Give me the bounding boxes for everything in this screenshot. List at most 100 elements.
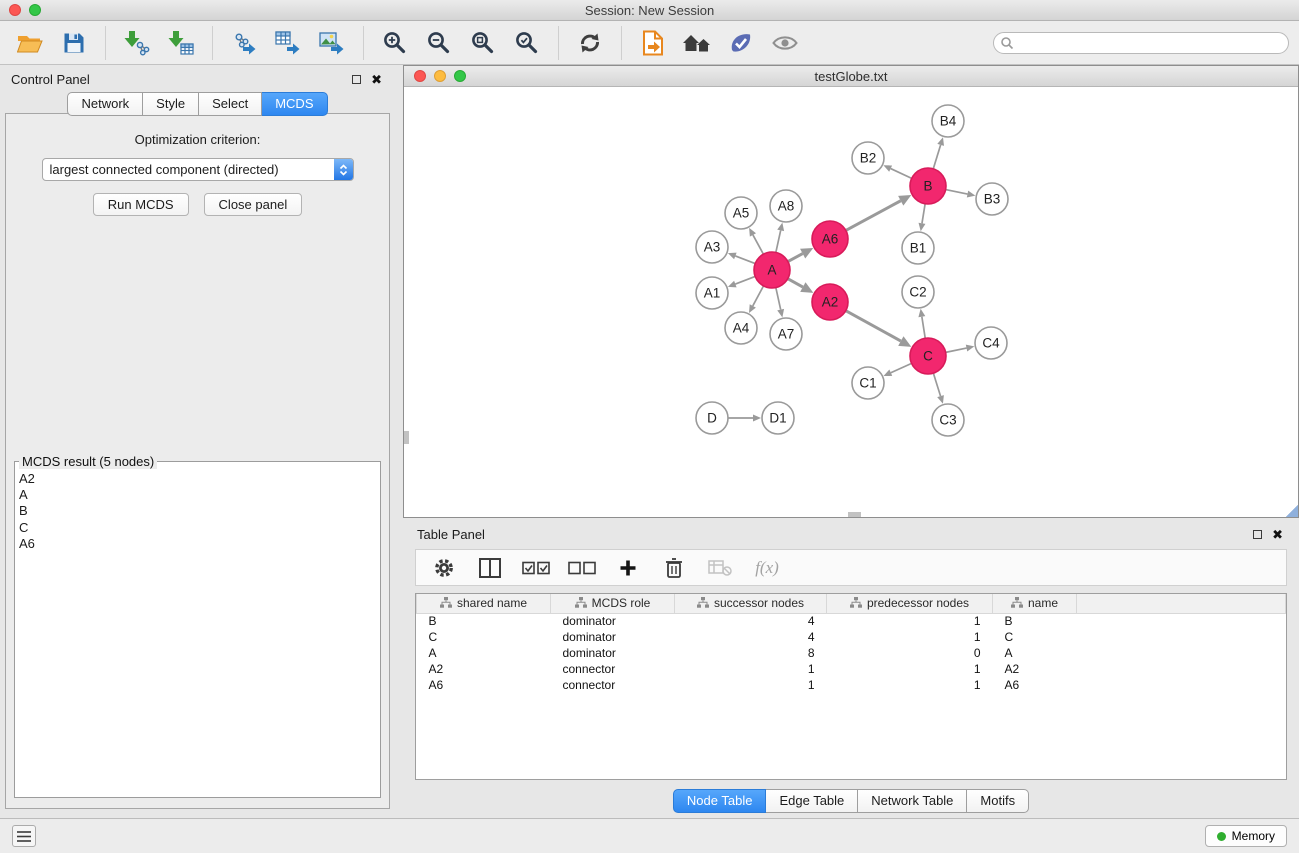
export-document-button[interactable] [633,24,673,62]
graph-edge-B-B4[interactable] [933,145,940,169]
graph-node-B3[interactable]: B3 [976,183,1008,215]
graph-edge-A-A3[interactable] [735,256,755,264]
zoom-fit-button[interactable] [463,24,503,62]
save-session-button[interactable] [54,24,94,62]
graph-edge-B-B1[interactable] [922,204,925,224]
graph-node-B[interactable]: B [910,168,946,204]
zoom-in-button[interactable] [375,24,415,62]
graph-node-D1[interactable]: D1 [762,402,794,434]
graph-edge-A-A8[interactable] [776,230,781,252]
table-row[interactable]: Cdominator41C [417,629,1286,645]
graph-node-A8[interactable]: A8 [770,190,802,222]
tab-mcds[interactable]: MCDS [262,92,327,116]
graph-edge-A6-B[interactable] [846,201,901,231]
refresh-button[interactable] [570,24,610,62]
function-builder-button[interactable]: f(x) [748,552,784,584]
show-hide-button[interactable] [765,24,805,62]
graph-node-C3[interactable]: C3 [932,404,964,436]
tab-edge-table[interactable]: Edge Table [766,789,858,813]
export-table-button[interactable] [268,24,308,62]
column-header-successor-nodes[interactable]: successor nodes [675,594,827,613]
open-file-button[interactable] [10,24,50,62]
plus-icon [619,559,637,577]
graph-node-A7[interactable]: A7 [770,318,802,350]
column-type-icon [850,597,862,608]
export-image-button[interactable] [312,24,352,62]
vertical-scroll-nub[interactable] [404,431,409,444]
graph-node-A5[interactable]: A5 [725,197,757,229]
control-panel-close-button[interactable]: ✖ [371,73,382,86]
memory-button[interactable]: Memory [1205,825,1287,847]
resize-grip-icon[interactable] [1286,505,1298,517]
graph-edge-A-A2[interactable] [788,279,803,287]
search-input[interactable] [993,32,1289,54]
graph-edge-A-A1[interactable] [735,276,755,284]
table-row[interactable]: Adominator80A [417,645,1286,661]
tab-motifs[interactable]: Motifs [967,789,1029,813]
graph-edge-C-C2[interactable] [922,317,925,339]
table-panel-float-button[interactable] [1253,530,1262,539]
graph-edge-C-C4[interactable] [946,348,967,352]
network-canvas[interactable]: B4 B2 B B3 A5 A8 A6 A3 B1 A A1 C2 A2 A4 A7 C4 C C1 D D1 C3 [404,87,1298,517]
zoom-selected-button[interactable] [507,24,547,62]
graph-node-C2[interactable]: C2 [902,276,934,308]
graph-edge-A-A6[interactable] [788,254,803,262]
graph-node-A6[interactable]: A6 [812,221,848,257]
graph-edge-C-C1[interactable] [891,363,912,372]
horizontal-scroll-nub[interactable] [848,512,861,517]
graph-node-C1[interactable]: C1 [852,367,884,399]
tab-node-table[interactable]: Node Table [673,789,767,813]
graph-edge-A-A7[interactable] [776,288,781,310]
graph-node-B4[interactable]: B4 [932,105,964,137]
network-window-title: testGlobe.txt [404,69,1298,84]
table-row[interactable]: A2connector11A2 [417,661,1286,677]
tab-network[interactable]: Network [67,92,143,116]
graph-node-A2[interactable]: A2 [812,284,848,320]
graphics-details-button[interactable] [721,24,761,62]
graph-node-B2[interactable]: B2 [852,142,884,174]
criterion-dropdown[interactable]: largest connected component (directed) [42,158,354,181]
delete-table-button[interactable] [702,552,738,584]
graph-node-A3[interactable]: A3 [696,231,728,263]
delete-row-button[interactable] [656,552,692,584]
tab-select[interactable]: Select [199,92,262,116]
table-row[interactable]: A6connector11A6 [417,677,1286,693]
graph-node-C4[interactable]: C4 [975,327,1007,359]
table-settings-button[interactable] [426,552,462,584]
column-header-mcds-role[interactable]: MCDS role [551,594,675,613]
run-mcds-button[interactable]: Run MCDS [93,193,189,216]
graph-edge-B-B3[interactable] [946,190,968,194]
panel-list-button[interactable] [12,825,36,847]
graph-node-B1[interactable]: B1 [902,232,934,264]
close-panel-button[interactable]: Close panel [204,193,303,216]
table-cell: B [417,613,551,629]
show-columns-button[interactable] [472,552,508,584]
export-network-button[interactable] [224,24,264,62]
graph-edge-A2-C[interactable] [846,311,901,341]
table-row[interactable]: Bdominator41B [417,613,1286,629]
column-header-shared-name[interactable]: shared name [417,594,551,613]
column-header-name[interactable]: name [993,594,1077,613]
import-table-button[interactable] [161,24,201,62]
graph-node-D[interactable]: D [696,402,728,434]
graph-edge-C-C3[interactable] [933,373,940,396]
zoom-out-button[interactable] [419,24,459,62]
column-header-predecessor-nodes[interactable]: predecessor nodes [827,594,993,613]
graph-edge-A-A5[interactable] [753,235,763,254]
graph-node-A[interactable]: A [754,252,790,288]
tab-style[interactable]: Style [143,92,199,116]
graph-edge-A-A4[interactable] [753,286,764,306]
import-network-button[interactable] [117,24,157,62]
graph-node-C[interactable]: C [910,338,946,374]
graph-node-label: B1 [910,241,927,256]
graph-node-A1[interactable]: A1 [696,277,728,309]
tab-network-table[interactable]: Network Table [858,789,967,813]
graph-node-A4[interactable]: A4 [725,312,757,344]
home-button[interactable] [677,24,717,62]
select-all-button[interactable] [518,552,554,584]
deselect-all-button[interactable] [564,552,600,584]
graph-edge-B-B2[interactable] [891,169,912,179]
table-panel-close-button[interactable]: ✖ [1272,528,1283,541]
control-panel-float-button[interactable] [352,75,361,84]
add-row-button[interactable] [610,552,646,584]
